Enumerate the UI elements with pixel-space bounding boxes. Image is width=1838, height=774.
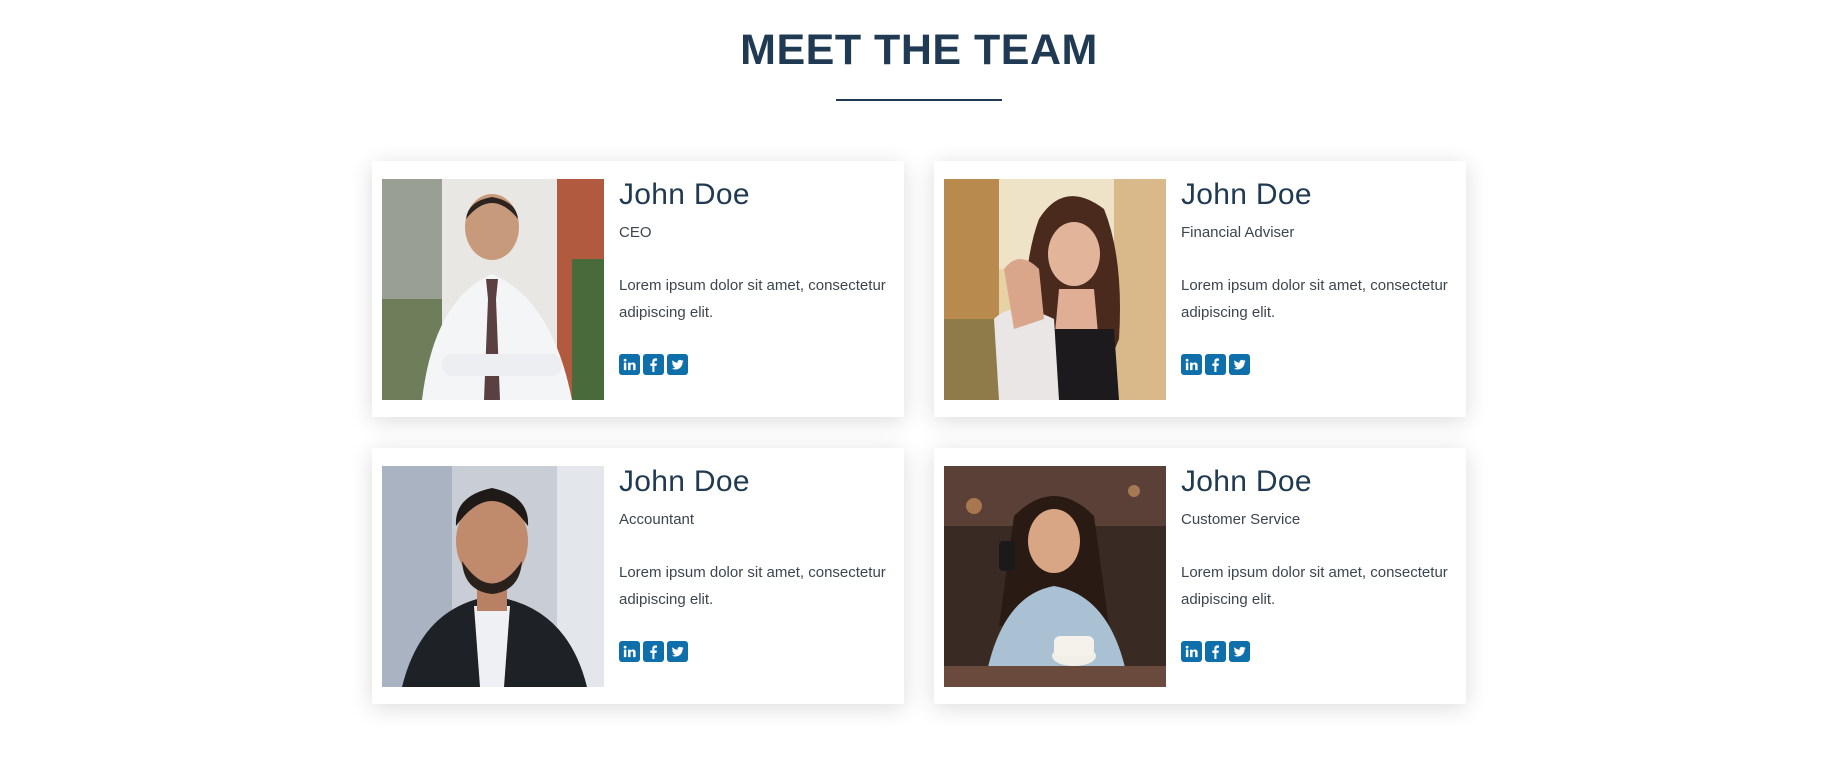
twitter-icon[interactable] xyxy=(667,354,688,375)
team-member-card: John Doe Accountant Lorem ipsum dolor si… xyxy=(372,448,904,704)
member-description: Lorem ipsum dolor sit amet, consectetur … xyxy=(619,564,886,608)
member-info: John Doe Customer Service Lorem ipsum do… xyxy=(1166,466,1461,686)
twitter-icon[interactable] xyxy=(667,641,688,662)
member-role: Customer Service xyxy=(1181,511,1301,528)
linkedin-icon[interactable] xyxy=(619,641,640,662)
member-description: Lorem ipsum dolor sit amet, consectetur … xyxy=(619,277,886,321)
team-member-card: John Doe Customer Service Lorem ipsum do… xyxy=(934,448,1466,704)
facebook-icon[interactable] xyxy=(1205,641,1226,662)
team-member-card: John Doe CEO Lorem ipsum dolor sit amet,… xyxy=(372,161,904,417)
facebook-icon[interactable] xyxy=(643,641,664,662)
member-name: John Doe xyxy=(619,465,750,498)
member-role: Accountant xyxy=(619,511,695,528)
social-links xyxy=(1181,641,1250,662)
member-info: John Doe Financial Adviser Lorem ipsum d… xyxy=(1166,179,1461,399)
member-photo xyxy=(944,179,1166,400)
twitter-icon[interactable] xyxy=(1229,354,1250,375)
twitter-icon[interactable] xyxy=(1229,641,1250,662)
member-photo xyxy=(382,179,604,400)
member-role: Financial Adviser xyxy=(1181,224,1295,241)
team-member-card: John Doe Financial Adviser Lorem ipsum d… xyxy=(934,161,1466,417)
member-role: CEO xyxy=(619,224,652,241)
facebook-icon[interactable] xyxy=(643,354,664,375)
member-photo xyxy=(382,466,604,687)
social-links xyxy=(1181,354,1250,375)
member-description: Lorem ipsum dolor sit amet, consectetur … xyxy=(1181,564,1448,608)
member-name: John Doe xyxy=(1181,178,1312,211)
member-info: John Doe CEO Lorem ipsum dolor sit amet,… xyxy=(604,179,899,399)
member-name: John Doe xyxy=(619,178,750,211)
member-description: Lorem ipsum dolor sit amet, consectetur … xyxy=(1181,277,1448,321)
linkedin-icon[interactable] xyxy=(619,354,640,375)
linkedin-icon[interactable] xyxy=(1181,354,1202,375)
member-info: John Doe Accountant Lorem ipsum dolor si… xyxy=(604,466,899,686)
member-name: John Doe xyxy=(1181,465,1312,498)
facebook-icon[interactable] xyxy=(1205,354,1226,375)
social-links xyxy=(619,641,688,662)
team-grid: John Doe CEO Lorem ipsum dolor sit amet,… xyxy=(372,161,1466,704)
linkedin-icon[interactable] xyxy=(1181,641,1202,662)
social-links xyxy=(619,354,688,375)
title-divider xyxy=(836,99,1002,101)
member-photo xyxy=(944,466,1166,687)
section-title: MEET THE TEAM xyxy=(740,26,1098,74)
